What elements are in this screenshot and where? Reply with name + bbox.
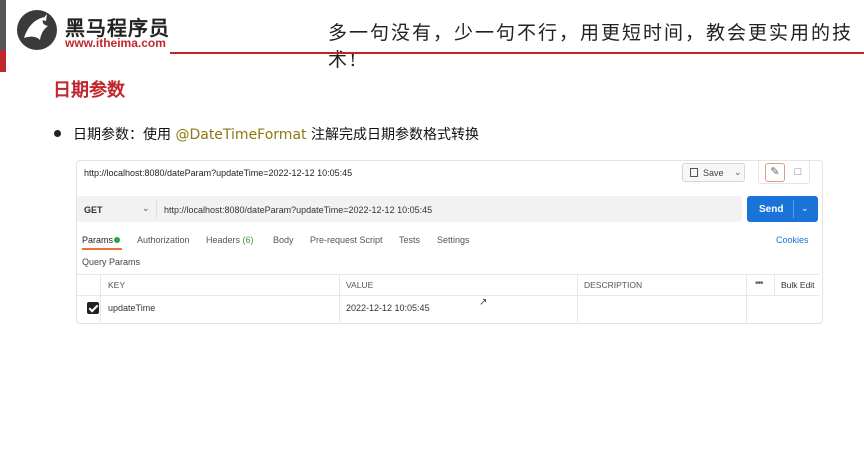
column-value: VALUE [346,280,374,290]
send-divider [793,200,794,218]
tab-tests[interactable]: Tests [399,235,420,245]
chevron-down-icon[interactable]: ⌄ [734,167,742,178]
request-tab-title[interactable]: http://localhost:8080/dateParam?updateTi… [84,168,352,178]
slogan: 多一句没有，少一句不行，用更短时间，教会更实用的技术! [328,22,854,71]
column-description: DESCRIPTION [584,280,643,290]
comment-icon[interactable]: □ [790,164,806,180]
tab-authorization[interactable]: Authorization [137,235,190,245]
annotation-highlight: @DateTimeFormat [175,127,307,143]
column-divider [774,274,775,296]
bullet-prefix: 日期参数：使用 [73,127,176,143]
column-key: KEY [108,280,126,290]
more-options-icon[interactable]: ••• [755,278,763,289]
brand-url: www.itheima.com [65,36,166,50]
column-divider [577,274,578,322]
tab-settings[interactable]: Settings [437,235,470,245]
save-icon [690,168,698,177]
bulk-edit-button[interactable]: Bulk Edit [781,280,815,290]
left-accent-red [0,50,6,72]
column-divider [100,274,101,322]
tab-headers-label: Headers [206,235,241,245]
column-divider [339,274,340,322]
tab-headers[interactable]: Headers (6) [206,235,254,245]
query-params-label: Query Params [82,257,141,267]
section-title: 日期参数 [53,80,125,101]
bullet-suffix: 注解完成日期参数格式转换 [306,127,479,143]
method-select[interactable]: GET [84,205,103,215]
tab-prerequest-script[interactable]: Pre-request Script [310,235,383,245]
tab-active-underline [82,248,122,250]
left-accent-dark [0,0,6,50]
method-divider [156,199,157,219]
header-divider [170,52,864,54]
method-chevron-down-icon[interactable]: ⌄ [142,203,150,214]
pencil-icon[interactable]: ✎ [765,163,785,182]
tab-params[interactable]: Params [82,235,113,245]
params-table-header [77,274,819,296]
send-chevron-down-icon[interactable]: ⌄ [801,203,809,214]
param-key-cell[interactable]: updateTime [108,303,155,313]
param-enabled-checkbox[interactable] [87,302,99,314]
column-divider [746,274,747,322]
params-status-dot [114,237,120,243]
bullet-text: 日期参数：使用 @DateTimeFormat 注解完成日期参数格式转换 [73,124,479,144]
tab-body[interactable]: Body [273,235,294,245]
horse-logo-icon [17,10,57,50]
param-value-cell[interactable]: 2022-12-12 10:05:45 [346,303,430,313]
save-button[interactable]: Save ⌄ [682,163,745,182]
url-input[interactable]: http://localhost:8080/dateParam?updateTi… [164,205,432,215]
send-label[interactable]: Send [759,204,783,215]
cookies-link[interactable]: Cookies [776,235,809,245]
headers-count: (6) [242,235,254,245]
bullet-dot [54,130,61,137]
mouse-cursor-icon: ↗ [479,297,488,308]
save-label: Save [703,168,724,178]
